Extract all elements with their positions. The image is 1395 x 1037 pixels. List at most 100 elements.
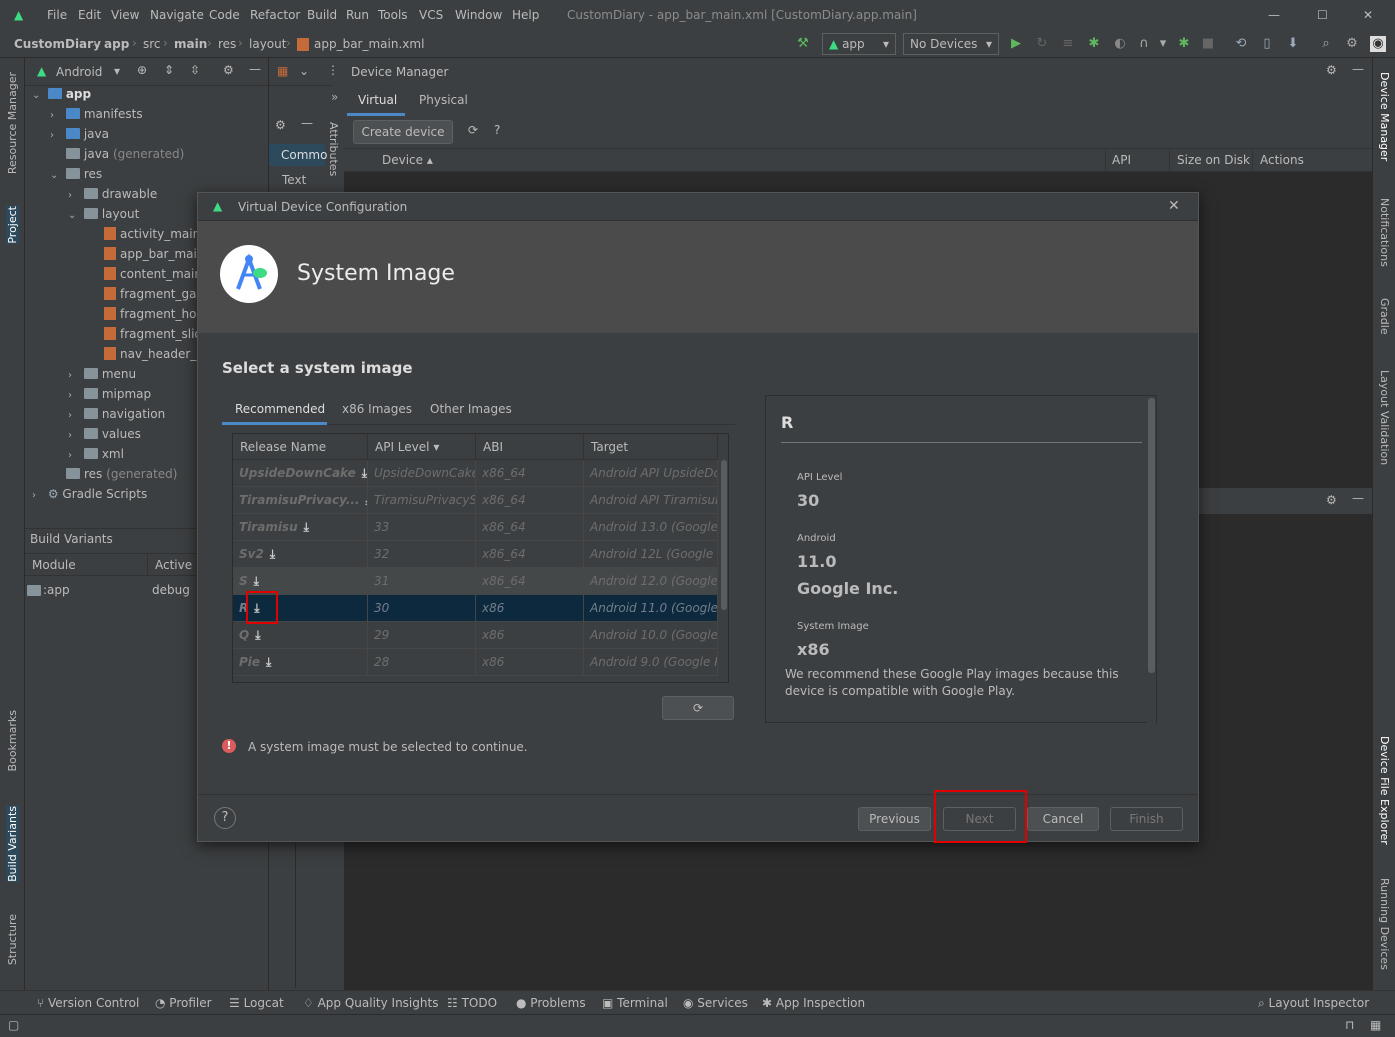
device-file-explorer-tab[interactable]: Device File Explorer [1378,736,1391,845]
tree-item-gradle-scripts[interactable]: › ⚙ Gradle Scripts [32,487,147,507]
tree-item-manifests[interactable]: › manifests [50,107,143,127]
tree-item-drawable[interactable]: › drawable [68,187,157,207]
stop-icon[interactable]: ■ [1200,36,1216,52]
table-row[interactable]: TiramisuPrivacy...⤓ TiramisuPrivacySar x… [233,487,718,514]
cancel-button[interactable]: Cancel [1027,807,1099,831]
menu-view[interactable]: View [111,8,139,22]
search-icon[interactable]: ⌕ [1318,36,1334,52]
locate-icon[interactable]: ⊕ [137,63,147,77]
table-row[interactable]: UpsideDownCake ⤓ UpsideDownCake x86_64 An… [233,460,718,487]
breadcrumb-main[interactable]: main [174,37,207,51]
download-icon[interactable]: ⤓ [266,655,271,669]
tree-item-xml[interactable]: › xml [68,447,124,467]
debugger-attach-icon[interactable]: ✱ [1176,36,1192,52]
chevron-down-icon[interactable]: ⌄ [299,64,309,78]
menu-code[interactable]: Code [209,8,240,22]
chevron-down-icon[interactable]: ▾ [1155,36,1171,52]
more-options-icon[interactable]: ⋮ [327,63,339,77]
tree-item-menu[interactable]: › menu [68,367,136,387]
download-icon[interactable]: ⤓ [304,520,309,534]
tree-item-res[interactable]: ⌄ res [50,167,102,187]
expand-all-icon[interactable]: ⇕ [164,63,174,77]
close-window-icon[interactable]: ✕ [1363,8,1373,22]
breadcrumb-file[interactable]: app_bar_main.xml [314,37,424,51]
tree-item-res-generated[interactable]: res (generated) [66,467,177,487]
column-api[interactable]: API [1112,153,1131,167]
download-icon[interactable]: ⤓ [255,628,260,642]
download-icon[interactable]: ⤓ [270,547,275,561]
app-quality-insights-tab[interactable]: ♢ App Quality Insights [303,996,438,1010]
hide-icon[interactable]: — [301,116,313,130]
tab-virtual[interactable]: Virtual [358,93,397,107]
tree-item-file[interactable]: content_main. [104,267,206,287]
collapse-all-icon[interactable]: ⇳ [190,63,200,77]
tree-item-file[interactable]: fragment_hom [104,307,208,327]
hide-icon[interactable]: — [1352,62,1364,76]
breadcrumb-layout[interactable]: layout [249,37,286,51]
help-icon[interactable]: ? [214,807,236,829]
bookmarks-tab[interactable]: Bookmarks [6,710,19,771]
sync-gradle-icon[interactable]: ⟲ [1233,36,1249,52]
running-devices-tab[interactable]: Running Devices [1378,878,1391,970]
finish-button[interactable]: Finish [1110,807,1183,831]
details-scrollbar[interactable] [1147,396,1156,724]
device-manager-icon[interactable]: ▯ [1259,36,1275,52]
column-api-level[interactable]: API Level ▾ [368,434,476,460]
account-icon[interactable]: ◉ [1370,36,1386,52]
column-release-name[interactable]: Release Name [233,434,368,460]
profiler-tab[interactable]: ◔ Profiler [155,996,212,1010]
gear-icon[interactable]: ⚙ [1326,63,1337,77]
attributes-tab[interactable]: Attributes [327,122,340,176]
tree-item-java-generated[interactable]: java (generated) [66,147,184,167]
breadcrumb-res[interactable]: res [218,37,236,51]
toggle-tool-windows-icon[interactable]: ▢ [8,1018,19,1032]
gear-icon[interactable]: ⚙ [1326,493,1337,507]
run-icon[interactable]: ▶ [1008,36,1024,52]
terminal-tab[interactable]: ▣ Terminal [602,996,668,1010]
apply-changes-icon[interactable]: ↻ [1034,36,1050,52]
resource-manager-tab[interactable]: Resource Manager [6,72,19,174]
active-variant[interactable]: debug [152,583,190,597]
tree-item-java[interactable]: › java [50,127,109,147]
table-row[interactable]: Tiramisu ⤓ 33 x86_64 Android 13.0 (Google… [233,514,718,541]
services-tab[interactable]: ◉ Services [683,996,748,1010]
help-icon[interactable]: ? [494,123,500,137]
table-row-selected[interactable]: R ⤓ 30 x86 Android 11.0 (Google P [233,595,718,622]
menu-edit[interactable]: Edit [78,8,101,22]
menu-file[interactable]: File [47,8,67,22]
download-icon[interactable]: ⤓ [254,574,259,588]
column-device[interactable]: Device ▴ [382,153,433,167]
menu-navigate[interactable]: Navigate [150,8,204,22]
tree-item-file[interactable]: activity_main.x [104,227,211,247]
hammer-icon[interactable]: ⚒ [795,36,811,52]
column-actions[interactable]: Actions [1260,153,1304,167]
notifications-tab[interactable]: Notifications [1378,198,1391,267]
menu-run[interactable]: Run [346,8,369,22]
column-target[interactable]: Target [584,434,718,460]
todo-tab[interactable]: ☷ TODO [447,996,497,1010]
column-abi[interactable]: ABI [476,434,584,460]
breadcrumb-src[interactable]: src [143,37,161,51]
palette-common[interactable]: Commo [281,148,327,162]
table-row[interactable]: Pie ⤓ 28 x86 Android 9.0 (Google Pl [233,649,718,676]
tab-x86-images[interactable]: x86 Images [342,402,412,416]
tab-recommended[interactable]: Recommended [235,402,325,416]
scrollbar-thumb[interactable] [721,460,727,610]
run-config-select[interactable]: ▲ app ▾ [822,33,896,55]
breadcrumb-app[interactable]: app [104,37,129,51]
table-scrollbar[interactable] [719,460,728,682]
menu-tools[interactable]: Tools [378,8,408,22]
minimize-icon[interactable]: — [1268,8,1280,22]
tree-item-values[interactable]: › values [68,427,141,447]
logcat-tab[interactable]: ☰ Logcat [229,996,284,1010]
tree-item-navigation[interactable]: › navigation [68,407,165,427]
tree-item-file[interactable]: fragment_galle [104,287,211,307]
menu-vcs[interactable]: VCS [419,8,443,22]
menu-refactor[interactable]: Refactor [250,8,300,22]
sdk-manager-icon[interactable]: ⬇ [1285,36,1301,52]
refresh-images-button[interactable]: ⟳ [662,696,734,720]
table-row[interactable]: Q ⤓ 29 x86 Android 10.0 (Google P [233,622,718,649]
attach-debugger-icon[interactable]: ∩ [1136,36,1152,52]
tree-item-file[interactable]: app_bar_main. [104,247,208,267]
gear-icon[interactable]: ⚙ [223,63,234,77]
